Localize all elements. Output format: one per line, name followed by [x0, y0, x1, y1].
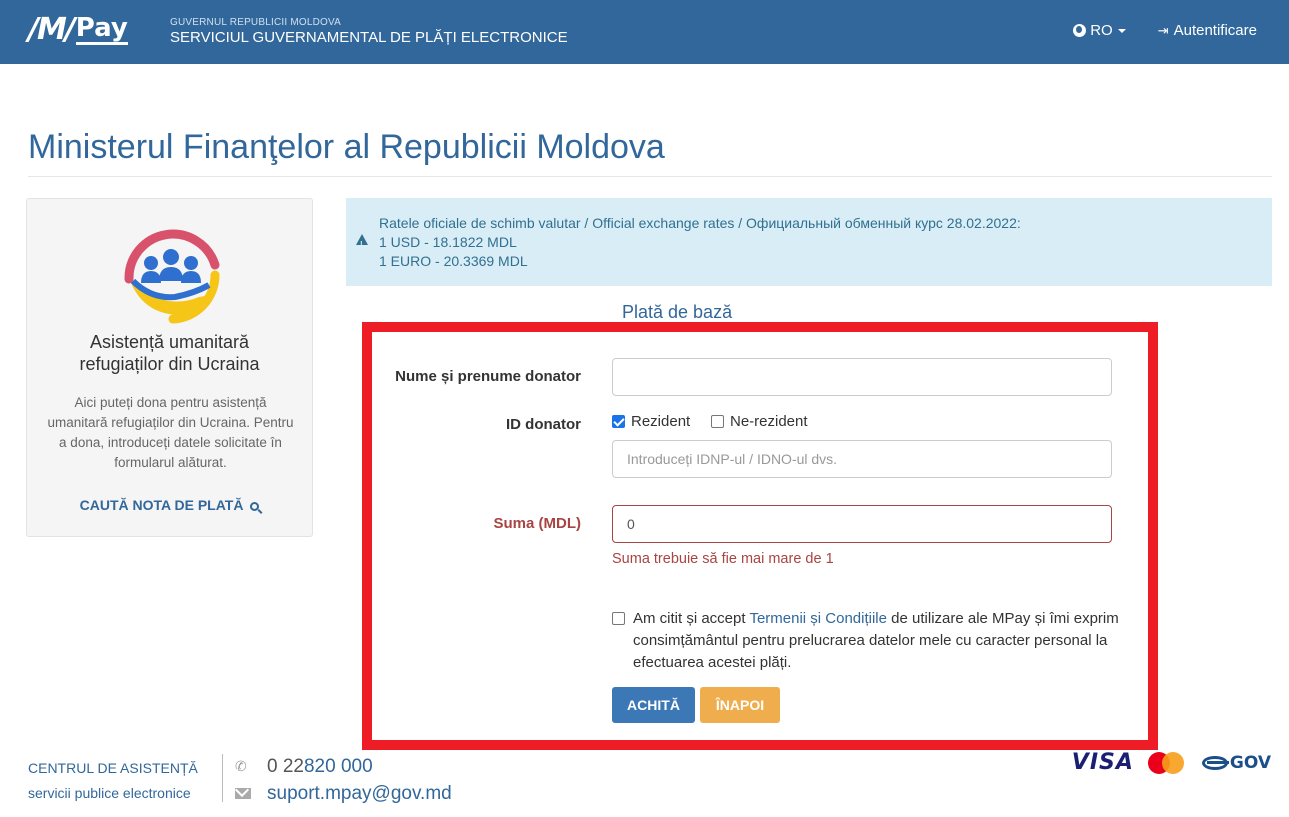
- form-section-title: Plată de bază: [622, 302, 733, 322]
- egov-mark-icon: [1201, 755, 1229, 770]
- egov-logo: GOV: [1201, 752, 1271, 773]
- visa-logo: VISA: [1071, 750, 1134, 775]
- support-center-title: CENTRUL DE ASISTENȚĂ: [28, 760, 198, 776]
- logo-pay-text: Pay: [75, 13, 128, 45]
- terms-checkbox[interactable]: [612, 612, 625, 625]
- support-contacts: ✆ 0 22 820 000 suport.mpay@gov.md: [235, 753, 452, 807]
- resident-label: Rezident: [631, 413, 691, 430]
- phone-prefix: 0 22: [267, 756, 304, 777]
- pay-button[interactable]: ACHITĂ: [612, 687, 695, 723]
- caret-down-icon: [1117, 28, 1126, 33]
- mastercard-logo: [1147, 751, 1184, 774]
- exchange-rate-lines: Ratele oficiale de schimb valutar / Offi…: [379, 214, 1021, 271]
- logo-mark: /M/: [28, 12, 76, 47]
- sign-in-icon: ⇥: [1157, 22, 1169, 38]
- nonresident-option[interactable]: Ne-rezident: [711, 413, 808, 430]
- language-dropdown[interactable]: RO: [1073, 22, 1126, 39]
- page-title: Ministerul Finanţelor al Republicii Mold…: [28, 128, 665, 166]
- support-email-link[interactable]: suport.mpay@gov.md: [267, 780, 452, 807]
- amount-error-message: Suma trebuie să fie mai mare de 1: [612, 551, 834, 567]
- search-payment-note-label: CAUTĂ NOTA DE PLATĂ: [79, 497, 244, 513]
- support-center-subtitle: servicii publice electronice: [28, 785, 191, 801]
- nonresident-checkbox[interactable]: [711, 415, 724, 428]
- phone-icon: ✆: [235, 758, 247, 774]
- donor-name-input[interactable]: [612, 358, 1112, 396]
- exchange-rate-heading: Ratele oficiale de schimb valutar / Offi…: [379, 215, 1021, 231]
- usd-rate: 1 USD - 18.1822 MDL: [379, 234, 517, 250]
- resident-checkbox[interactable]: [612, 415, 625, 428]
- euro-rate: 1 EURO - 20.3369 MDL: [379, 253, 528, 269]
- terms-link[interactable]: Termenii și Condițiile: [749, 610, 887, 627]
- globe-icon: [1073, 24, 1087, 37]
- campaign-description: Aici puteți dona pentru asistență umanit…: [47, 395, 294, 470]
- donor-id-label: ID donator: [506, 416, 581, 433]
- phone-number-link[interactable]: 820 000: [304, 753, 373, 780]
- navbar-right: RO ⇥ Autentificare: [1073, 22, 1257, 39]
- gov-title: SERVICIUL GUVERNAMENTAL DE PLĂȚI ELECTRO…: [170, 29, 568, 46]
- mpay-logo[interactable]: /M/ Pay: [28, 12, 128, 47]
- login-link[interactable]: ⇥ Autentificare: [1158, 22, 1257, 39]
- title-divider: [28, 176, 1272, 177]
- envelope-icon: [235, 788, 251, 799]
- terms-text-before: Am citit și accept: [633, 610, 750, 627]
- language-label: RO: [1090, 22, 1113, 39]
- search-icon: [250, 502, 260, 511]
- campaign-title-line2: refugiaților din Ucraina: [79, 354, 260, 374]
- gov-subtitle: GUVERNUL REPUBLICII MOLDOVA: [170, 17, 341, 28]
- login-label: Autentificare: [1173, 22, 1257, 39]
- campaign-title: Asistență umanitară refugiaților din Ucr…: [27, 331, 312, 375]
- terms-text: Am citit și accept Termenii și Condițiil…: [633, 608, 1123, 674]
- amount-label: Suma (MDL): [493, 515, 582, 532]
- campaign-title-line1: Asistență umanitară: [89, 332, 250, 352]
- resident-option[interactable]: Rezident: [612, 413, 690, 430]
- back-button[interactable]: ÎNAPOI: [700, 687, 780, 723]
- exchange-rate-alert: Ratele oficiale de schimb valutar / Offi…: [346, 198, 1272, 286]
- search-payment-note-link[interactable]: CAUTĂ NOTA DE PLATĂ: [27, 497, 312, 513]
- donor-name-label: Nume și prenume donator: [395, 368, 581, 385]
- nonresident-label: Ne-rezident: [730, 413, 808, 430]
- egov-logo-text: GOV: [1229, 752, 1271, 773]
- payment-logos: VISA GOV: [1072, 750, 1271, 775]
- top-navbar: /M/ Pay GUVERNUL REPUBLICII MOLDOVA SERV…: [0, 0, 1289, 64]
- donor-id-input[interactable]: [612, 440, 1112, 478]
- email-row: suport.mpay@gov.md: [235, 780, 452, 807]
- warning-icon: [356, 234, 368, 254]
- amount-input[interactable]: [612, 505, 1112, 543]
- support-center: CENTRUL DE ASISTENȚĂ servicii publice el…: [28, 756, 198, 806]
- government-titles: GUVERNUL REPUBLICII MOLDOVA SERVICIUL GU…: [170, 17, 568, 47]
- phone-row: ✆ 0 22 820 000: [235, 753, 452, 780]
- campaign-card: Asistență umanitară refugiaților din Ucr…: [26, 198, 313, 537]
- footer-divider: [222, 754, 223, 802]
- humanitarian-aid-logo: [124, 229, 220, 324]
